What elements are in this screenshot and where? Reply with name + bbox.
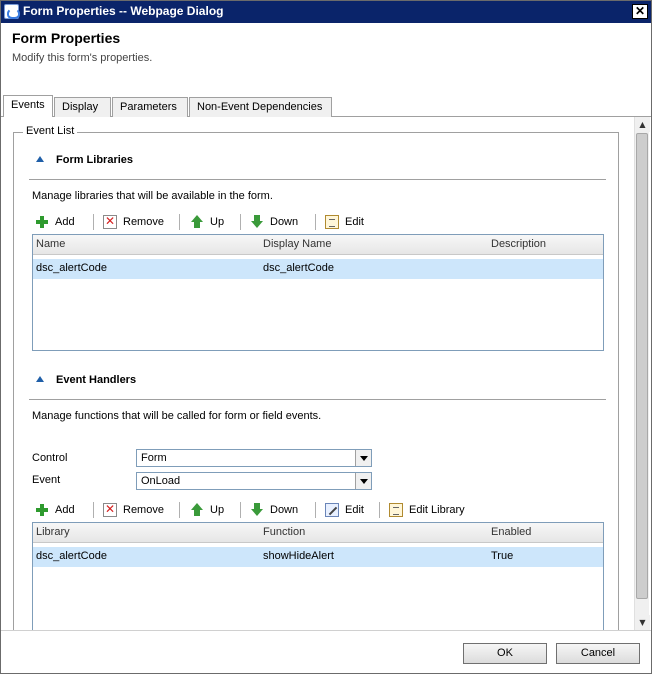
scrollbar-thumb[interactable] xyxy=(636,133,648,599)
toolbar-separator xyxy=(315,502,316,518)
handler-function-cell: showHideAlert xyxy=(263,550,334,562)
toolbar-separator xyxy=(315,214,316,230)
toolbar-separator xyxy=(93,214,94,230)
add-icon xyxy=(35,215,49,229)
ie-icon xyxy=(4,4,20,19)
toolbar-separator xyxy=(240,214,241,230)
handler-up-button[interactable]: Up xyxy=(190,500,224,520)
edit-document-icon xyxy=(325,215,339,229)
library-add-button[interactable]: Add xyxy=(35,212,75,232)
handler-down-button[interactable]: Down xyxy=(250,500,298,520)
form-libraries-collapse-icon[interactable] xyxy=(35,154,45,164)
event-select[interactable]: OnLoad xyxy=(136,472,372,490)
form-libraries-grid: Name Display Name Description dsc_alertC… xyxy=(32,234,604,351)
toolbar-separator xyxy=(93,502,94,518)
library-name-cell: dsc_alertCode xyxy=(36,262,107,274)
column-header-enabled[interactable]: Enabled xyxy=(491,526,531,538)
form-libraries-divider xyxy=(29,179,606,180)
chevron-down-icon[interactable] xyxy=(355,450,371,466)
tab-events[interactable]: Events xyxy=(3,95,53,117)
library-display-name-cell: dsc_alertCode xyxy=(263,262,334,274)
chevron-down-icon[interactable] xyxy=(355,473,371,489)
handler-edit-library-button[interactable]: Edit Library xyxy=(389,500,465,520)
column-header-display-name[interactable]: Display Name xyxy=(263,238,331,250)
column-header-description[interactable]: Description xyxy=(491,238,546,250)
event-handlers-toolbar: Add Remove Up Down Edit Edit Library xyxy=(35,500,595,522)
handler-edit-button[interactable]: Edit xyxy=(325,500,364,520)
grid-header: Library Function Enabled xyxy=(33,523,603,543)
arrow-up-icon xyxy=(190,503,204,517)
scroll-down-icon[interactable]: ▼ xyxy=(635,615,650,630)
event-handlers-collapse-icon[interactable] xyxy=(35,374,45,384)
toolbar-separator xyxy=(240,502,241,518)
edit-library-icon xyxy=(389,503,403,517)
scroll-up-icon[interactable]: ▲ xyxy=(635,117,650,132)
event-handlers-divider xyxy=(29,399,606,400)
library-remove-button[interactable]: Remove xyxy=(103,212,164,232)
handler-library-cell: dsc_alertCode xyxy=(36,550,107,562)
event-list-legend: Event List xyxy=(23,125,78,137)
column-header-function[interactable]: Function xyxy=(263,526,305,538)
title-bar: Form Properties -- Webpage Dialog ✕ xyxy=(1,1,651,23)
add-icon xyxy=(35,503,49,517)
table-row[interactable]: dsc_alertCode dsc_alertCode xyxy=(33,259,603,279)
handler-add-button[interactable]: Add xyxy=(35,500,75,520)
remove-icon xyxy=(103,502,117,517)
ok-button[interactable]: OK xyxy=(463,643,547,664)
event-handlers-description: Manage functions that will be called for… xyxy=(32,410,322,422)
handler-enabled-cell: True xyxy=(491,550,514,562)
tab-non-event-dependencies[interactable]: Non-Event Dependencies xyxy=(189,97,332,117)
vertical-scrollbar[interactable]: ▲ ▼ xyxy=(634,117,650,630)
column-header-library[interactable]: Library xyxy=(36,526,70,538)
tab-bar: Events Display Parameters Non-Event Depe… xyxy=(1,95,651,117)
event-handlers-grid: Library Function Enabled dsc_alertCode s… xyxy=(32,522,604,630)
tab-display[interactable]: Display xyxy=(54,97,111,117)
remove-icon xyxy=(103,214,117,229)
cancel-button[interactable]: Cancel xyxy=(556,643,640,664)
arrow-down-icon xyxy=(250,215,264,229)
event-handlers-title: Event Handlers xyxy=(56,374,137,386)
form-libraries-toolbar: Add Remove Up Down Edit xyxy=(35,212,595,234)
edit-pencil-icon xyxy=(325,503,339,517)
column-header-name[interactable]: Name xyxy=(36,238,65,250)
window-title: Form Properties -- Webpage Dialog xyxy=(23,4,224,18)
table-row[interactable]: dsc_alertCode showHideAlert True xyxy=(33,547,603,567)
dialog-header: Form Properties Modify this form's prope… xyxy=(1,23,651,95)
handler-remove-button[interactable]: Remove xyxy=(103,500,164,520)
toolbar-separator xyxy=(179,502,180,518)
toolbar-separator xyxy=(179,214,180,230)
grid-header: Name Display Name Description xyxy=(33,235,603,255)
library-down-button[interactable]: Down xyxy=(250,212,298,232)
toolbar-separator xyxy=(379,502,380,518)
dialog-footer: OK Cancel xyxy=(1,630,651,673)
control-select[interactable]: Form xyxy=(136,449,372,467)
close-button[interactable]: ✕ xyxy=(632,4,648,19)
library-edit-button[interactable]: Edit xyxy=(325,212,364,232)
events-tab-content: Event List Form Libraries Manage librari… xyxy=(1,117,651,630)
dialog-window: Form Properties -- Webpage Dialog ✕ Form… xyxy=(0,0,652,674)
form-libraries-title: Form Libraries xyxy=(56,154,134,166)
tab-parameters[interactable]: Parameters xyxy=(112,97,188,117)
page-subtitle: Modify this form's properties. xyxy=(12,52,153,64)
arrow-up-icon xyxy=(190,215,204,229)
form-libraries-description: Manage libraries that will be available … xyxy=(32,190,273,202)
arrow-down-icon xyxy=(250,503,264,517)
event-label: Event xyxy=(32,474,61,486)
library-up-button[interactable]: Up xyxy=(190,212,224,232)
control-label: Control xyxy=(32,452,68,464)
page-title: Form Properties xyxy=(12,30,121,46)
